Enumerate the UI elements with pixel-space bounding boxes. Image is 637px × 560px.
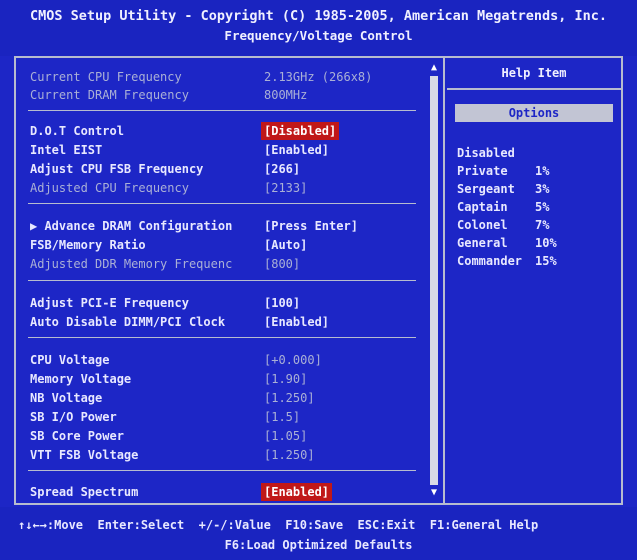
options-header: Options (455, 104, 613, 122)
setting-label: Adjust PCI-E Frequency (30, 296, 189, 310)
setting-label: Current CPU Frequency (30, 70, 182, 84)
setting-label: Memory Voltage (30, 372, 132, 386)
key-shortcut-defaults: F6:Load Optimized Defaults (224, 538, 413, 552)
setting-label: Current DRAM Frequency (30, 88, 189, 102)
setting-label: Spread Spectrum (30, 485, 139, 499)
page-title: Frequency/Voltage Control (224, 28, 413, 43)
scroll-up-arrow-icon[interactable]: ▲ (428, 62, 440, 74)
setting-label: SB I/O Power (30, 410, 117, 424)
option-name: Captain (457, 200, 508, 214)
setting-label: ▶ Advance DRAM Configuration (30, 219, 233, 233)
option-value: 1% (535, 164, 550, 178)
setting-value[interactable]: [1.90] (264, 370, 307, 388)
key-help-bar: ↑↓←→:Move Enter:Select +/-/:Value F10:Sa… (0, 507, 637, 560)
app-title: CMOS Setup Utility - Copyright (C) 1985-… (29, 8, 608, 24)
option-name: Commander (457, 254, 523, 268)
setting-value: [800] (264, 257, 301, 271)
setting-label: Adjusted DDR Memory Frequenc (30, 257, 233, 271)
setting-label: Adjust CPU FSB Frequency (30, 162, 204, 176)
option-value: 10% (535, 236, 557, 250)
setting-value[interactable]: [1.250] (264, 446, 315, 464)
setting-label: Adjusted CPU Frequency (30, 181, 189, 195)
setting-label: FSB/Memory Ratio (30, 238, 146, 252)
scrollbar[interactable]: ▲ ▼ (428, 62, 440, 499)
divider (447, 88, 621, 90)
option-value: 5% (535, 200, 550, 214)
setting-label: SB Core Power (30, 429, 124, 443)
setting-value[interactable]: [1.5] (264, 408, 300, 426)
option-value: 7% (535, 218, 550, 232)
setting-value[interactable]: [Press Enter] (264, 217, 358, 235)
option-value: 3% (535, 182, 550, 196)
help-panel: Help Item Options Disabled Private 1% Se… (447, 58, 621, 503)
setting-label: VTT FSB Voltage (30, 448, 139, 462)
divider (28, 280, 416, 281)
setting-label: D.O.T Control (30, 124, 124, 138)
setting-value[interactable]: [100] (264, 294, 300, 312)
setting-value: [2133] (264, 181, 308, 195)
title-bar: CMOS Setup Utility - Copyright (C) 1985-… (0, 0, 637, 56)
option-name: Sergeant (457, 182, 515, 196)
setting-value-selected[interactable]: [Disabled] (261, 122, 340, 140)
setting-value-selected[interactable]: [Enabled] (261, 483, 333, 501)
option-name: Disabled (457, 146, 515, 160)
setting-label: Auto Disable DIMM/PCI Clock (30, 315, 226, 329)
scrollbar-thumb[interactable] (430, 76, 438, 485)
setting-value[interactable]: [1.250] (264, 389, 315, 407)
setting-value[interactable]: [1.05] (264, 427, 307, 445)
setting-value[interactable]: [Enabled] (264, 313, 329, 331)
setting-value[interactable]: [+0.000] (264, 351, 322, 369)
settings-list: Current CPU Frequency 2.13GHz (266x8) Cu… (16, 58, 428, 503)
divider (28, 337, 416, 338)
panel-divider (443, 58, 445, 503)
setting-value[interactable]: [Enabled] (264, 141, 329, 159)
option-name: Colonel (457, 218, 508, 232)
divider (28, 470, 416, 471)
help-title: Help Item (501, 66, 567, 80)
option-value: 15% (535, 254, 557, 268)
option-name: General (457, 236, 508, 250)
setting-value: 800MHz (264, 88, 308, 102)
setting-value[interactable]: [Auto] (264, 236, 307, 254)
option-name: Private (457, 164, 508, 178)
setting-value: 2.13GHz (266x8) (264, 70, 373, 84)
divider (28, 203, 416, 204)
setting-label: NB Voltage (30, 391, 103, 405)
setting-label: CPU Voltage (30, 353, 110, 367)
scroll-down-arrow-icon[interactable]: ▼ (428, 487, 440, 499)
setting-value[interactable]: [266] (264, 160, 300, 178)
key-shortcuts: ↑↓←→:Move Enter:Select +/-/:Value F10:Sa… (18, 518, 539, 532)
divider (28, 110, 416, 111)
settings-panel: Current CPU Frequency 2.13GHz (266x8) Cu… (14, 56, 623, 505)
setting-label: Intel EIST (30, 143, 103, 157)
